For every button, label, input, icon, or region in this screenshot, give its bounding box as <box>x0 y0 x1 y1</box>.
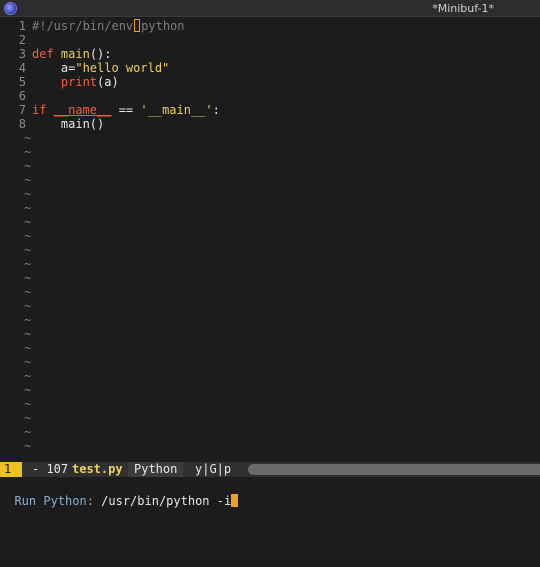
editor-buffer[interactable]: 1 #!/usr/bin/env python 2 3 def main(): 4 a="h… <box>0 17 540 462</box>
empty-line-tilde: ~ <box>24 355 32 369</box>
line-number: 8 <box>18 117 26 131</box>
window-number: 1 <box>0 462 22 477</box>
minibuffer-prompt: Run Python: <box>14 494 102 508</box>
code-token: def <box>32 47 54 61</box>
major-mode[interactable]: Python <box>128 462 184 477</box>
empty-line-tilde: ~ <box>24 173 32 187</box>
mode-line-fill <box>248 464 540 475</box>
code-token: __name__ <box>53 103 112 117</box>
empty-line-tilde: ~ <box>24 313 32 327</box>
code-token: print <box>60 75 98 89</box>
code-line[interactable]: 1 #!/usr/bin/env python <box>0 19 185 33</box>
buffer-filename[interactable]: test.py <box>72 462 123 477</box>
mode-extras: y|G|p <box>195 462 232 476</box>
line-number: 4 <box>18 61 26 75</box>
code-token: (): <box>89 47 112 61</box>
mode-line: 1 - 107 test.py Python y|G|p <box>0 462 540 477</box>
emacs-icon[interactable] <box>5 3 16 14</box>
code-token: '__main__' <box>140 103 213 117</box>
empty-line-tilde: ~ <box>24 257 32 271</box>
minibuffer-input[interactable]: /usr/bin/python -i <box>101 494 231 508</box>
code-line[interactable]: 2 <box>0 33 26 47</box>
code-line[interactable]: 3 def main(): <box>0 47 112 61</box>
text-cursor <box>231 494 239 507</box>
code-line[interactable]: 8 main() <box>0 117 104 131</box>
code-text: if __name__ == '__main__': <box>32 103 220 117</box>
empty-line-tilde: ~ <box>24 411 32 425</box>
line-number: 6 <box>18 89 26 103</box>
empty-line-tilde: ~ <box>24 299 32 313</box>
line-number: 7 <box>18 103 26 117</box>
empty-line-tilde: ~ <box>24 327 32 341</box>
empty-line-tilde: ~ <box>24 201 32 215</box>
title-bar: *Minibuf-1* <box>0 0 540 17</box>
code-token: if <box>32 103 47 117</box>
buffer-status: - 107 <box>32 462 69 476</box>
point-cursor <box>134 19 141 32</box>
code-text: a="hello world" <box>32 61 169 75</box>
code-token: a= <box>32 61 76 75</box>
code-token: main() <box>32 117 105 131</box>
code-text: main() <box>32 117 104 131</box>
empty-line-tilde: ~ <box>24 341 32 355</box>
code-text: def main(): <box>32 47 112 61</box>
line-number: 3 <box>18 47 26 61</box>
empty-line-tilde: ~ <box>24 383 32 397</box>
code-line[interactable]: 5 print(a) <box>0 75 119 89</box>
code-token: (a) <box>97 75 119 89</box>
empty-line-tilde: ~ <box>24 159 32 173</box>
code-line[interactable]: 6 <box>0 89 26 103</box>
code-token: main <box>60 47 90 61</box>
empty-line-tilde: ~ <box>24 369 32 383</box>
code-token: python <box>141 19 185 33</box>
empty-line-tilde: ~ <box>24 397 32 411</box>
code-token: "hello world" <box>75 61 170 75</box>
empty-line-tilde: ~ <box>24 425 32 439</box>
empty-line-tilde: ~ <box>24 439 32 453</box>
empty-line-tilde: ~ <box>24 229 32 243</box>
line-number: 5 <box>18 75 26 89</box>
empty-line-tilde: ~ <box>24 187 32 201</box>
empty-line-tilde: ~ <box>24 271 32 285</box>
window-title: *Minibuf-1* <box>432 2 494 15</box>
minibuffer[interactable]: Run Python: /usr/bin/python -i <box>0 477 540 508</box>
line-number: 1 <box>18 19 26 33</box>
code-text: #!/usr/bin/env python <box>32 19 185 33</box>
empty-line-tilde: ~ <box>24 131 32 145</box>
code-text: print(a) <box>32 75 119 89</box>
code-line[interactable]: 7 if __name__ == '__main__': <box>0 103 220 117</box>
empty-line-tilde: ~ <box>24 285 32 299</box>
empty-line-tilde: ~ <box>24 215 32 229</box>
code-token: #!/usr/bin/env <box>32 19 134 33</box>
empty-line-tilde: ~ <box>24 145 32 159</box>
empty-line-tilde: ~ <box>24 243 32 257</box>
code-token: == <box>111 103 141 117</box>
code-line[interactable]: 4 a="hello world" <box>0 61 170 75</box>
line-number: 2 <box>18 33 26 47</box>
code-token: : <box>212 103 220 117</box>
